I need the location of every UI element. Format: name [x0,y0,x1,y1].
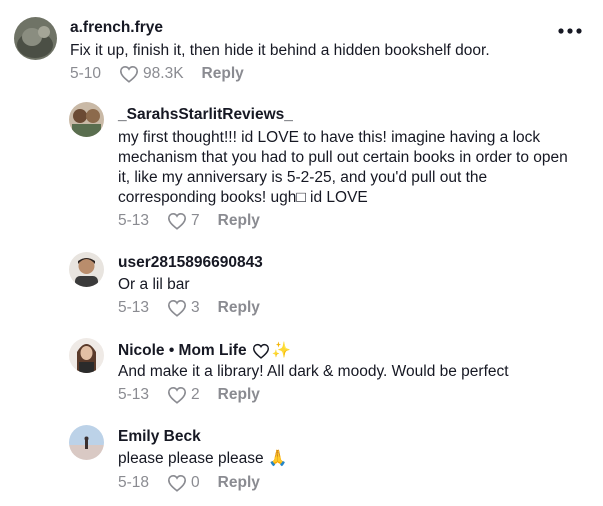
sparkles-icon: ✨ [271,342,291,359]
praying-hands-icon: 🙏 [267,450,288,467]
comment-username[interactable]: _SarahsStarlitReviews_ [118,106,293,124]
like-button[interactable]: 7 [167,212,200,230]
comment-text: please please please 🙏 [118,449,568,469]
comment-date: 5-13 [118,299,150,316]
comment-text-content: please please please [118,450,264,467]
heart-outline-icon [168,212,187,230]
like-button[interactable]: 2 [167,386,200,404]
username-text: Nicole • Mom Life [118,342,247,359]
reply-button[interactable]: Reply [218,299,260,317]
like-button[interactable]: 3 [167,299,200,317]
like-count: 0 [191,474,200,491]
avatar[interactable] [69,425,104,460]
reply-button[interactable]: Reply [218,212,260,230]
comment-meta: 5-13 2 Reply [118,386,260,404]
heart-outline-icon [120,65,139,83]
heart-outline-icon [168,386,187,404]
comment-text: Fix it up, finish it, then hide it behin… [70,42,490,59]
comment-meta: 5-18 0 Reply [118,474,260,492]
comment-text: my first thought!!! id LOVE to have this… [118,129,568,206]
comment-username[interactable]: Emily Beck [118,428,201,446]
more-dots-icon [558,28,582,34]
comment-username[interactable]: Nicole • Mom Life ✨ [118,341,291,360]
like-count: 98.3K [143,65,184,82]
reply-button[interactable]: Reply [202,65,244,83]
comment-text: Or a lil bar [118,276,190,293]
like-count: 7 [191,212,200,229]
avatar[interactable] [69,102,104,137]
heart-outline-icon [168,299,187,317]
comment-date: 5-18 [118,474,150,491]
comment-date: 5-13 [118,212,150,229]
comment-meta: 5-13 7 Reply [118,212,260,230]
heart-outline-icon [252,343,269,359]
comment-meta: 5-10 98.3K Reply [70,65,244,83]
comment-date: 5-10 [70,65,102,82]
like-button[interactable]: 0 [167,474,200,492]
comment-meta: 5-13 3 Reply [118,299,260,317]
like-count: 3 [191,299,200,316]
comment-username[interactable]: a.french.frye [70,19,163,37]
comment-date: 5-13 [118,386,150,403]
more-options-button[interactable] [558,22,582,40]
comment-text: And make it a library! All dark & moody.… [118,363,509,380]
reply-button[interactable]: Reply [218,386,260,404]
like-button[interactable]: 98.3K [119,65,184,83]
avatar[interactable] [69,252,104,287]
avatar[interactable] [69,338,104,373]
reply-button[interactable]: Reply [218,474,260,492]
avatar[interactable] [14,17,57,60]
like-count: 2 [191,386,200,403]
heart-outline-icon [168,474,187,492]
comment-username[interactable]: user2815896690843 [118,254,263,272]
